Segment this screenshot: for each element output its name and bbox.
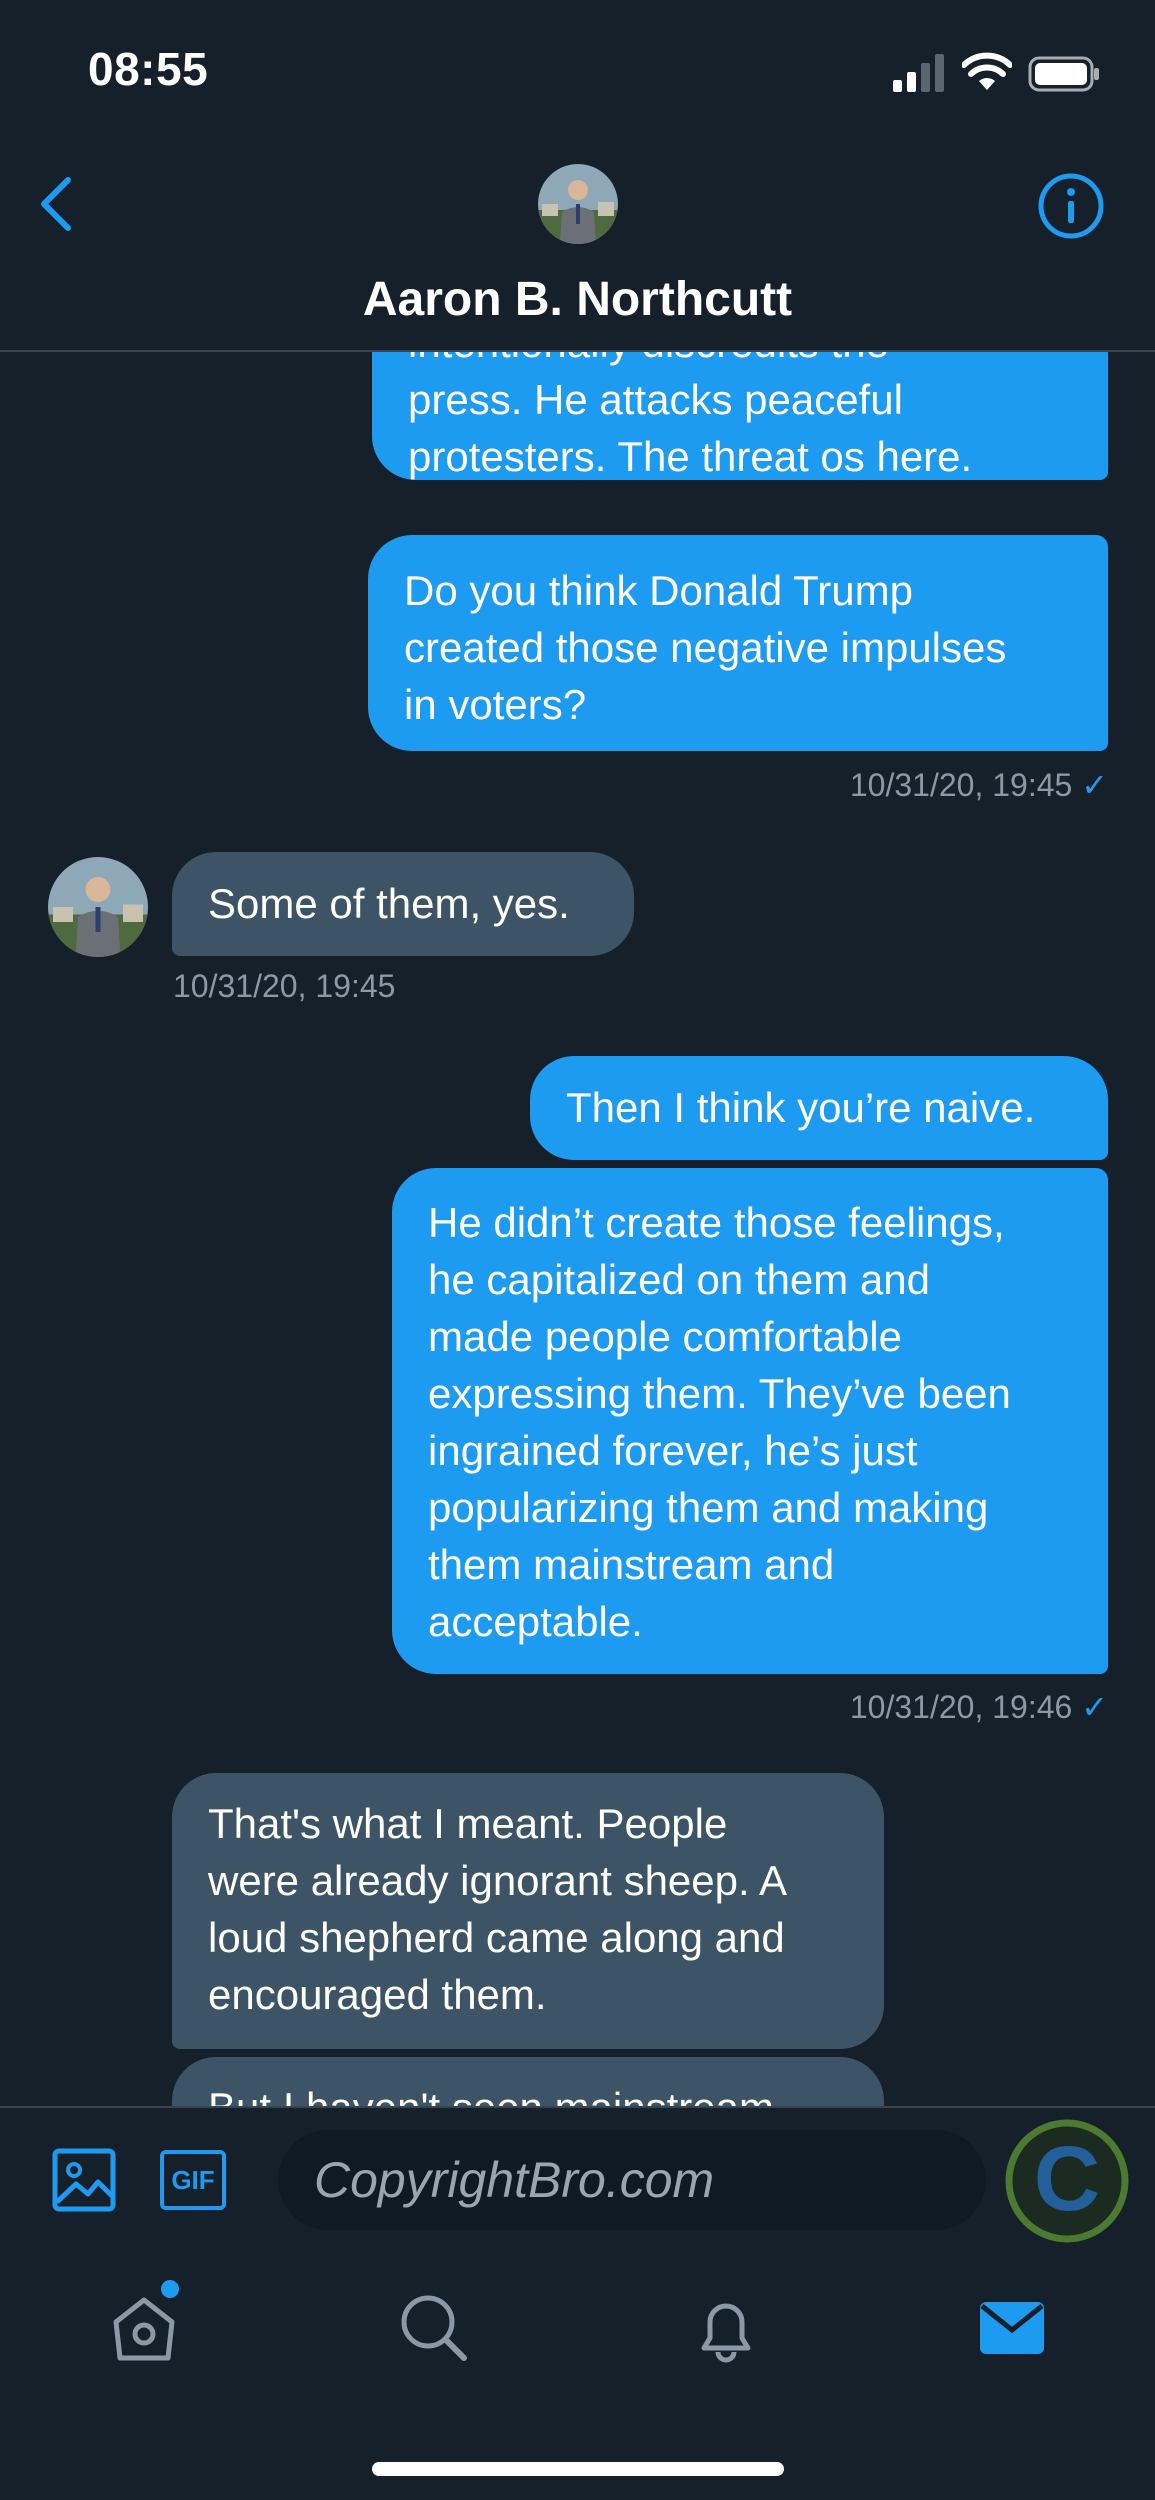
info-icon[interactable] — [1037, 172, 1105, 240]
home-icon[interactable] — [108, 2292, 180, 2364]
status-time: 08:55 — [88, 43, 209, 95]
timestamp-text: 10/31/20, 19:45 — [849, 767, 1073, 803]
message-line: he capitalized on them and — [428, 1256, 931, 1303]
avatar-image — [538, 164, 618, 244]
search-icon[interactable] — [398, 2292, 470, 2364]
message-line: created those negative impulses — [404, 624, 1007, 671]
message-line: expressing them. They’ve been — [428, 1370, 1011, 1417]
message-line: Some of them, yes. — [208, 880, 570, 927]
message-line: ingrained forever, he’s just — [428, 1427, 918, 1474]
message-bubble-incoming[interactable]: Some of them, yes. — [172, 852, 634, 956]
message-bubble-outgoing[interactable]: Do you think Donald Trump created those … — [368, 535, 1108, 751]
mail-icon[interactable] — [976, 2292, 1048, 2364]
avatar-image — [48, 857, 148, 957]
message-line: in voters? — [404, 681, 587, 728]
message-timestamp: 10/31/20, 19:45 ✓ — [850, 766, 1108, 804]
back-arrow-icon[interactable] — [36, 174, 76, 234]
gif-button[interactable]: GIF — [160, 2150, 226, 2210]
message-timestamp: 10/31/20, 19:46 ✓ — [850, 1688, 1108, 1726]
home-notification-dot — [161, 2280, 179, 2298]
message-bubble-outgoing[interactable]: He didn’t create those feelings, he capit… — [392, 1168, 1108, 1674]
message-line: But I haven't seen mainstream — [208, 2079, 848, 2106]
compose-divider — [0, 2106, 1155, 2108]
message-line: were already ignorant sheep. A — [208, 1857, 788, 1904]
message-bubble-incoming[interactable]: That's what I meant. People were already … — [172, 1773, 884, 2049]
read-checkmark-icon: ✓ — [1081, 767, 1108, 803]
message-timestamp: 10/31/20, 19:45 — [173, 968, 396, 1004]
message-line: popularizing them and making — [428, 1484, 989, 1531]
message-line: loud shepherd came along and — [208, 1914, 785, 1961]
wifi-icon — [962, 52, 1012, 90]
image-icon[interactable] — [52, 2148, 116, 2212]
message-bubble-incoming[interactable]: But I haven't seen mainstream — [172, 2057, 884, 2106]
home-indicator — [372, 2462, 784, 2476]
bell-icon[interactable] — [690, 2292, 762, 2364]
message-line: encouraged them. — [208, 1971, 547, 2018]
message-line: Do you think Donald Trump — [404, 567, 913, 614]
message-line: made people comfortable — [428, 1313, 902, 1360]
message-line: Then I think you’re naive. — [566, 1084, 1036, 1131]
message-list[interactable]: intentionally discredits the press. He a… — [0, 352, 1155, 2106]
message-line: press. He attacks peaceful — [408, 376, 903, 423]
message-line: That's what I meant. People — [208, 1800, 728, 1847]
message-bubble-outgoing[interactable]: intentionally discredits the press. He a… — [372, 352, 1108, 480]
copyright-logo-icon: C — [1005, 2119, 1129, 2243]
timestamp-text: 10/31/20, 19:46 — [849, 1689, 1073, 1725]
message-line: He didn’t create those feelings, — [428, 1199, 1005, 1246]
watermark-letter: C — [1034, 2128, 1100, 2230]
message-line: protesters. The threat os here. — [408, 433, 973, 480]
battery-icon — [1028, 56, 1099, 92]
message-line: intentionally discredits the — [408, 352, 1072, 371]
conversation-title: Aaron B. Northcutt — [362, 273, 793, 326]
cellular-signal-icon — [893, 54, 944, 92]
contact-avatar[interactable] — [538, 164, 618, 244]
read-checkmark-icon: ✓ — [1081, 1689, 1108, 1725]
message-bubble-outgoing[interactable]: Then I think you’re naive. — [530, 1056, 1108, 1160]
message-line: acceptable. — [428, 1598, 643, 1645]
message-line: them mainstream and — [428, 1541, 835, 1588]
message-input[interactable]: CopyrightBro.com — [278, 2130, 986, 2230]
sender-avatar[interactable] — [48, 857, 148, 957]
